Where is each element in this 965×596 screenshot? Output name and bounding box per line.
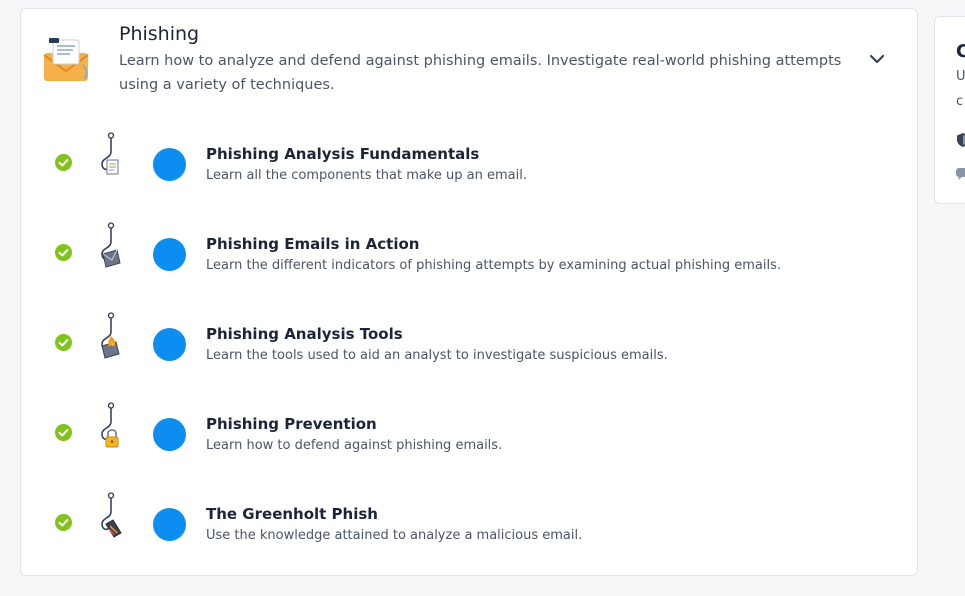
room-item[interactable]: The Greenholt Phish Use the knowledge at… bbox=[21, 480, 917, 560]
side-card-title: C bbox=[956, 41, 965, 62]
room-title: Phishing Analysis Fundamentals bbox=[206, 145, 480, 163]
room-avatar bbox=[153, 508, 186, 541]
room-title: The Greenholt Phish bbox=[206, 505, 378, 523]
check-circle-icon bbox=[55, 514, 72, 531]
room-avatar bbox=[153, 148, 186, 181]
hook-fire-envelope-icon bbox=[101, 312, 120, 359]
module-description: Learn how to analyze and defend against … bbox=[119, 53, 842, 93]
room-description: Learn all the components that make up an… bbox=[206, 168, 528, 183]
module-title: Phishing bbox=[119, 23, 200, 45]
room-item[interactable]: Phishing Prevention Learn how to defend … bbox=[21, 390, 917, 470]
chat-icon bbox=[956, 168, 965, 180]
room-avatar bbox=[153, 238, 186, 271]
room-item[interactable]: Phishing Emails in Action Learn the diff… bbox=[21, 210, 917, 290]
room-item[interactable]: Phishing Analysis Tools Learn the tools … bbox=[21, 300, 917, 380]
room-avatar bbox=[153, 328, 186, 361]
check-circle-icon bbox=[55, 154, 72, 171]
check-circle-icon bbox=[55, 424, 72, 441]
room-description: Learn the different indicators of phishi… bbox=[206, 258, 782, 273]
module-card: Phishing Learn how to analyze and defend… bbox=[20, 8, 918, 576]
hook-document-icon bbox=[101, 132, 119, 175]
hook-padlock-icon bbox=[101, 402, 119, 448]
check-circle-icon bbox=[55, 334, 72, 351]
room-item[interactable]: Phishing Analysis Fundamentals Learn all… bbox=[21, 120, 917, 200]
room-title: Phishing Prevention bbox=[206, 415, 377, 433]
envelope-icon bbox=[43, 38, 89, 81]
chevron-down-icon[interactable] bbox=[865, 47, 889, 71]
check-circle-icon bbox=[55, 244, 72, 261]
room-avatar bbox=[153, 418, 186, 451]
room-description: Learn how to defend against phishing ema… bbox=[206, 438, 503, 453]
room-title: Phishing Analysis Tools bbox=[206, 325, 403, 343]
room-description: Use the knowledge attained to analyze a … bbox=[206, 528, 583, 543]
hook-envelope-icon bbox=[101, 222, 121, 268]
hook-tag-icon bbox=[101, 492, 122, 538]
shield-icon bbox=[957, 133, 965, 147]
side-info-card: C U c bbox=[934, 16, 965, 204]
side-card-text: U bbox=[956, 69, 965, 84]
side-card-text: c bbox=[956, 94, 964, 109]
room-title: Phishing Emails in Action bbox=[206, 235, 420, 253]
room-description: Learn the tools used to aid an analyst t… bbox=[206, 348, 668, 363]
